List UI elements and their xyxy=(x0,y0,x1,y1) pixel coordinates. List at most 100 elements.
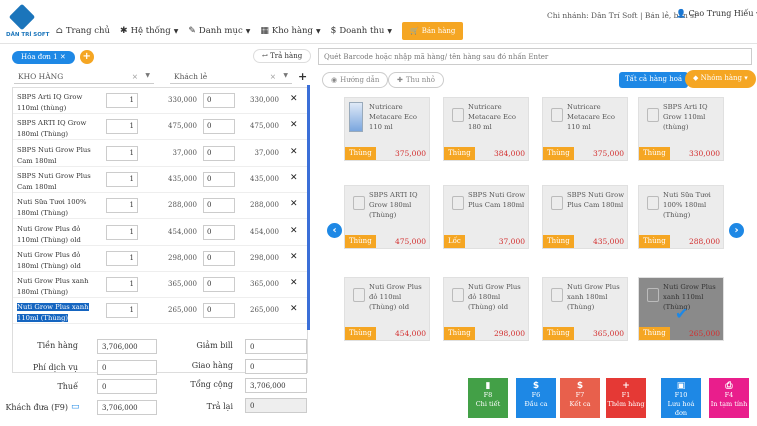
product-card[interactable]: Nuti Grow Plus đỏ 110ml (Thùng) old Thùn… xyxy=(344,277,430,341)
function-button-f7[interactable]: $ F7 Kết ca xyxy=(560,378,600,418)
cart-row[interactable]: SBPS Arti IQ Grow 110ml (thùng) 1 330,00… xyxy=(13,88,307,114)
remove-icon[interactable]: ✕ xyxy=(290,278,298,288)
product-card[interactable]: SBPS Nuti Grow Plus Cam 180ml Lốc 37,000 xyxy=(443,185,529,249)
remove-icon[interactable]: ✕ xyxy=(290,94,298,104)
remove-icon[interactable]: ✕ xyxy=(290,173,298,183)
cart-row[interactable]: Nuti Sữa Tươi 100% 180ml (Thùng) 1 288,0… xyxy=(13,193,307,220)
logo-mark xyxy=(8,3,36,31)
placeholder-image-icon xyxy=(551,108,563,122)
user-menu[interactable]: 👤 Cao Trung Hiếu ▼ xyxy=(676,9,757,18)
nav-item-1[interactable]: ✱ Hệ thống ▼ xyxy=(120,26,178,36)
discount-field[interactable]: 0 xyxy=(203,224,235,240)
paid-field[interactable]: 3,706,000 xyxy=(97,400,157,415)
function-button-f10[interactable]: ▣ F10 Lưu hoá đơn xyxy=(661,378,701,418)
next-page-button[interactable]: › xyxy=(729,223,744,238)
grand-total-label: Tổng cộng xyxy=(190,380,233,389)
cart-row[interactable]: SBPS Nuti Grow Plus Cam 180ml 1 37,000 0… xyxy=(13,141,307,167)
remove-icon[interactable]: ✕ xyxy=(290,304,298,314)
function-button-f4[interactable]: ⎙ F4 In tạm tính xyxy=(709,378,749,418)
product-card[interactable]: SBPS ARTI IQ Grow 180ml (Thùng) Thùng 47… xyxy=(344,185,430,249)
service-fee-field[interactable]: 0 xyxy=(97,360,157,375)
quantity-field[interactable]: 1 xyxy=(106,224,138,240)
product-card[interactable]: Nuti Grow Plus xanh 110ml (Thùng) Thùng … xyxy=(638,277,724,341)
product-group-button[interactable]: ◆ Nhóm hàng ▾ xyxy=(685,70,756,88)
function-button-f1[interactable]: + F1 Thêm hàng xyxy=(606,378,646,418)
discount-field[interactable]: 0 xyxy=(203,277,235,293)
customer-select[interactable]: Khách lẻ × ▼ xyxy=(170,70,292,84)
remove-icon[interactable]: ✕ xyxy=(290,226,298,236)
bill-discount-field[interactable]: 0 xyxy=(245,339,307,354)
discount-field[interactable]: 0 xyxy=(203,171,235,187)
subtotal-label: Tiền hàng xyxy=(37,341,78,350)
add-order-button[interactable]: + xyxy=(79,50,94,64)
product-name: Nuti Grow Plus xanh 180ml (Thùng) xyxy=(567,283,620,311)
quantity-field[interactable]: 1 xyxy=(106,171,138,187)
product-name: Nutricare Metacare Eco 110 ml xyxy=(567,103,615,131)
discount-field[interactable]: 0 xyxy=(203,119,235,135)
cart-row[interactable]: Nuti Grow Plus xanh 110ml (Thùng) 1 265,… xyxy=(13,298,307,325)
guide-button[interactable]: ◉ Hướng dẫn xyxy=(322,72,389,88)
cart-row[interactable]: Nuti Grow Plus xanh 180ml (Thùng) 1 365,… xyxy=(13,272,307,299)
clear-icon[interactable]: × xyxy=(270,72,276,81)
close-icon[interactable]: ✕ xyxy=(60,53,66,61)
search-input[interactable]: Quét Barcode hoặc nhập mã hàng/ tên hàng… xyxy=(318,48,752,65)
unit-badge: Thùng xyxy=(543,147,574,160)
quantity-field[interactable]: 1 xyxy=(106,93,138,108)
tab-order-1[interactable]: Hóa đơn 1 ✕ xyxy=(12,50,75,64)
prev-page-button[interactable]: ‹ xyxy=(327,223,342,238)
product-card[interactable]: SBPS Arti IQ Grow 110ml (thùng) Thùng 33… xyxy=(638,97,724,161)
product-price: 365,000 xyxy=(592,329,624,338)
return-button[interactable]: ↩ Trả hàng xyxy=(253,49,312,63)
product-card[interactable]: Nuti Grow Plus xanh 180ml (Thùng) Thùng … xyxy=(542,277,628,341)
remove-icon[interactable]: ✕ xyxy=(290,252,298,262)
nav-item-0[interactable]: ⌂ Trang chủ xyxy=(56,26,110,36)
product-card[interactable]: Nuti Grow Plus đỏ 180ml (Thùng) old Thùn… xyxy=(443,277,529,341)
logo[interactable]: DÂN TRÍ SOFT xyxy=(6,3,49,42)
warehouse-select[interactable]: KHO HÀNG × ▼ xyxy=(14,70,154,84)
nav-item-3[interactable]: ▦ Kho hàng ▼ xyxy=(260,26,320,36)
discount-field[interactable]: 0 xyxy=(203,303,235,319)
cart-scrollbar[interactable] xyxy=(307,85,310,330)
remove-icon[interactable]: ✕ xyxy=(290,199,298,209)
delivery-field[interactable]: 0 xyxy=(245,359,307,374)
quantity-field[interactable]: 1 xyxy=(106,277,138,293)
shrink-button[interactable]: ✚ Thu nhỏ xyxy=(388,72,445,88)
cart-row[interactable]: Nuti Grow Plus đỏ 110ml (Thùng) old 1 45… xyxy=(13,220,307,246)
unit-badge: Thùng xyxy=(444,147,475,160)
all-products-button[interactable]: Tất cả hàng hoá xyxy=(619,72,689,88)
quantity-field[interactable]: 1 xyxy=(106,145,138,161)
tax-field[interactable]: 0 xyxy=(97,379,157,394)
discount-field[interactable]: 0 xyxy=(203,198,235,214)
function-button-f8[interactable]: ▮ F8 Chi tiết xyxy=(468,378,508,418)
add-customer-button[interactable]: + xyxy=(298,70,307,83)
delivery-label: Giao hàng xyxy=(191,361,233,370)
card-icon[interactable]: ▭ xyxy=(71,402,80,412)
clear-icon[interactable]: × xyxy=(132,72,138,81)
remove-icon[interactable]: ✕ xyxy=(290,147,298,157)
quantity-field[interactable]: 1 xyxy=(106,250,138,266)
discount-field[interactable]: 0 xyxy=(203,250,235,266)
nav-item-2[interactable]: ✎ Danh mục ▼ xyxy=(188,26,250,36)
return-label: Trả hàng xyxy=(270,52,303,60)
cart-row[interactable]: SBPS ARTI IQ Grow 180ml (Thùng) 1 475,00… xyxy=(13,114,307,141)
product-card[interactable]: SBPS Nuti Grow Plus Cam 180ml Thùng 435,… xyxy=(542,185,628,249)
cart-item-name: Nuti Grow Plus đỏ 110ml (Thùng) old xyxy=(17,224,81,244)
product-card[interactable]: Nutricare Metacare Eco 180 ml Thùng 384,… xyxy=(443,97,529,161)
cart-row[interactable]: Nuti Grow Plus đỏ 180ml (Thùng) old 1 29… xyxy=(13,246,307,272)
quantity-field[interactable]: 1 xyxy=(106,119,138,135)
cart-row[interactable]: SBPS Nuti Grow Plus Cam 180ml 1 435,000 … xyxy=(13,167,307,193)
remove-icon[interactable]: ✕ xyxy=(290,120,298,130)
quantity-field[interactable]: 1 xyxy=(106,303,138,319)
product-card[interactable]: Nuti Sữa Tươi 100% 180ml (Thùng) Thùng 2… xyxy=(638,185,724,249)
discount-field[interactable]: 0 xyxy=(203,145,235,161)
discount-field[interactable]: 0 xyxy=(203,93,235,108)
line-total: 454,000 xyxy=(250,227,279,236)
subtotal-field[interactable]: 3,706,000 xyxy=(97,339,157,354)
product-card[interactable]: Nutricare Metacare Eco 110 ml Thùng 375,… xyxy=(344,97,430,161)
function-button-f6[interactable]: $ F6 Đầu ca xyxy=(516,378,556,418)
quantity-field[interactable]: 1 xyxy=(106,198,138,214)
sale-button[interactable]: 🛒 Bán hàng xyxy=(401,22,464,40)
nav-item-4[interactable]: $ Doanh thu ▼ xyxy=(331,26,392,36)
product-card[interactable]: Nutricare Metacare Eco 110 ml Thùng 375,… xyxy=(542,97,628,161)
product-name: SBPS Arti IQ Grow 110ml (thùng) xyxy=(663,103,708,131)
